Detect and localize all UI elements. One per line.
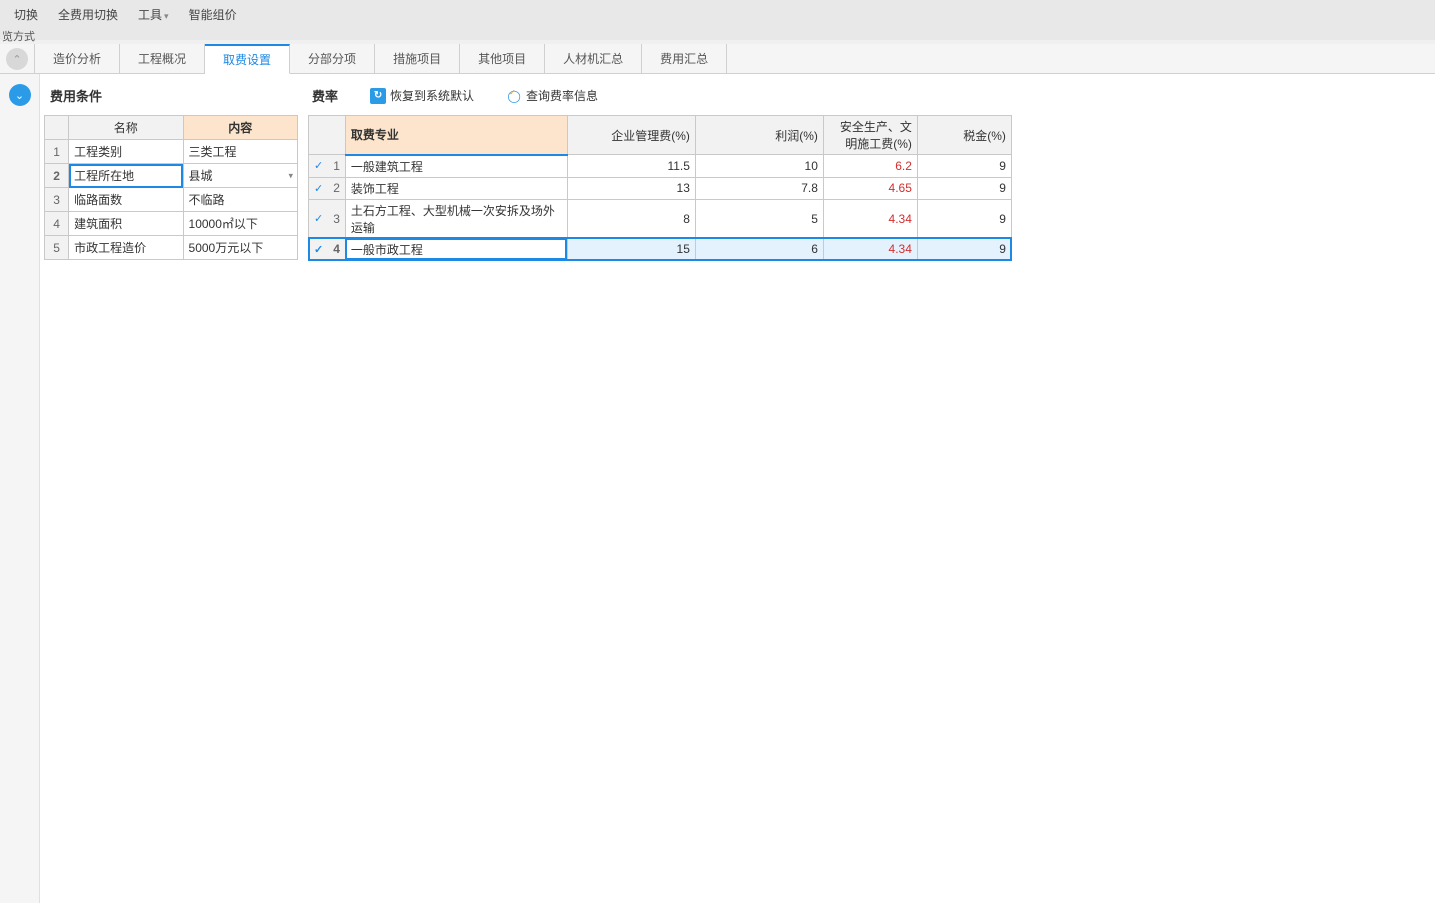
cost-conditions-title: 费用条件 — [50, 86, 292, 105]
table-row[interactable]: ✓ 1 一般建筑工程 11.5 10 6.2 9 — [309, 155, 1012, 178]
search-icon — [506, 88, 522, 104]
row-name: 工程所在地 — [69, 164, 183, 188]
tax-cell[interactable]: 9 — [917, 155, 1011, 178]
collapse-up-button[interactable]: ⌃ — [6, 48, 28, 70]
col-mgmt[interactable]: 企业管理费(%) — [567, 116, 695, 155]
safety-cell[interactable]: 4.34 — [823, 238, 917, 260]
table-row[interactable]: ✓ 3 土石方工程、大型机械一次安拆及场外运输 8 5 4.34 9 — [309, 199, 1012, 238]
row-num: 1 — [45, 140, 69, 164]
menu-tools-label: 工具 — [138, 8, 162, 22]
row-name: 临路面数 — [69, 188, 183, 212]
tab-cost-analysis[interactable]: 造价分析 — [35, 44, 120, 73]
menu-switch[interactable]: 切换 — [4, 4, 48, 25]
check-icon[interactable]: ✓ — [309, 155, 329, 178]
cost-conditions-table: 名称 内容 1 工程类别 三类工程 2 工程所在地 县城 ▾ 3 临路面数 — [44, 115, 298, 260]
check-icon[interactable]: ✓ — [309, 199, 329, 238]
row-name: 建筑面积 — [69, 212, 183, 236]
tabs: 造价分析 工程概况 取费设置 分部分项 措施项目 其他项目 人材机汇总 费用汇总 — [34, 44, 727, 73]
tax-cell[interactable]: 9 — [917, 238, 1011, 260]
row-num: 4 — [45, 212, 69, 236]
table-row[interactable]: ✓ 4 一般市政工程 15 6 4.34 9 — [309, 238, 1012, 260]
col-num — [328, 116, 345, 155]
tab-sub-items[interactable]: 分部分项 — [290, 44, 375, 73]
row-num: 2 — [328, 177, 345, 199]
profit-cell[interactable]: 7.8 — [695, 177, 823, 199]
row-num: 1 — [328, 155, 345, 178]
row-value-dropdown[interactable]: 县城 ▾ — [183, 164, 297, 188]
col-specialty[interactable]: 取费专业 — [345, 116, 567, 155]
menu-bar: 切换 全费用切换 工具▾ 智能组价 — [0, 0, 1435, 28]
table-row[interactable]: 5 市政工程造价 5000万元以下 — [45, 236, 298, 260]
col-content[interactable]: 内容 — [183, 116, 297, 140]
right-panel: 费率 ↻ 恢复到系统默认 查询费率信息 取费专业 企业管理费(%) 利润(%) … — [302, 74, 1435, 903]
mgmt-cell[interactable]: 13 — [567, 177, 695, 199]
tab-measure-items[interactable]: 措施项目 — [375, 44, 460, 73]
rate-table: 取费专业 企业管理费(%) 利润(%) 安全生产、文明施工费(%) 税金(%) … — [308, 115, 1012, 261]
row-num: 3 — [328, 199, 345, 238]
tax-cell[interactable]: 9 — [917, 177, 1011, 199]
expand-down-button[interactable]: ⌄ — [9, 84, 31, 106]
row-name: 市政工程造价 — [69, 236, 183, 260]
right-header: 费率 ↻ 恢复到系统默认 查询费率信息 — [312, 86, 1425, 105]
restore-defaults-button[interactable]: ↻ 恢复到系统默认 — [370, 87, 474, 104]
calc-method-label: 览方式 — [0, 28, 1435, 40]
tab-other-items[interactable]: 其他项目 — [460, 44, 545, 73]
col-check — [309, 116, 329, 155]
row-name: 工程类别 — [69, 140, 183, 164]
mgmt-cell[interactable]: 15 — [567, 238, 695, 260]
col-name[interactable]: 名称 — [69, 116, 183, 140]
row-value[interactable]: 三类工程 — [183, 140, 297, 164]
tax-cell[interactable]: 9 — [917, 199, 1011, 238]
row-value-text: 县城 — [189, 169, 213, 183]
col-safety[interactable]: 安全生产、文明施工费(%) — [823, 116, 917, 155]
menu-tools[interactable]: 工具▾ — [128, 4, 179, 25]
tab-fee-settings[interactable]: 取费设置 — [205, 44, 290, 74]
table-row[interactable]: 4 建筑面积 10000㎡以下 — [45, 212, 298, 236]
row-value[interactable]: 10000㎡以下 — [183, 212, 297, 236]
left-panel: 费用条件 名称 内容 1 工程类别 三类工程 2 工程所在地 县城 ▾ — [40, 74, 302, 903]
profit-cell[interactable]: 10 — [695, 155, 823, 178]
table-row[interactable]: 1 工程类别 三类工程 — [45, 140, 298, 164]
table-row[interactable]: 2 工程所在地 县城 ▾ — [45, 164, 298, 188]
dropdown-icon[interactable]: ▾ — [288, 170, 293, 181]
mgmt-cell[interactable]: 11.5 — [567, 155, 695, 178]
safety-cell[interactable]: 6.2 — [823, 155, 917, 178]
row-num: 2 — [45, 164, 69, 188]
tab-labor-summary[interactable]: 人材机汇总 — [545, 44, 642, 73]
specialty-cell[interactable]: 土石方工程、大型机械一次安拆及场外运输 — [345, 199, 567, 238]
check-icon[interactable]: ✓ — [309, 238, 329, 260]
profit-cell[interactable]: 6 — [695, 238, 823, 260]
row-value[interactable]: 不临路 — [183, 188, 297, 212]
safety-cell[interactable]: 4.65 — [823, 177, 917, 199]
profit-cell[interactable]: 5 — [695, 199, 823, 238]
menu-smart-group[interactable]: 智能组价 — [179, 4, 247, 25]
row-num: 5 — [45, 236, 69, 260]
tab-cost-summary[interactable]: 费用汇总 — [642, 44, 727, 73]
tab-project-overview[interactable]: 工程概况 — [120, 44, 205, 73]
col-rownum — [45, 116, 69, 140]
mgmt-cell[interactable]: 8 — [567, 199, 695, 238]
side-column: ⌄ — [0, 74, 40, 903]
check-icon[interactable]: ✓ — [309, 177, 329, 199]
tab-row: ⌃ 造价分析 工程概况 取费设置 分部分项 措施项目 其他项目 人材机汇总 费用… — [0, 44, 1435, 74]
table-row[interactable]: 3 临路面数 不临路 — [45, 188, 298, 212]
query-rate-button[interactable]: 查询费率信息 — [506, 87, 598, 104]
query-label: 查询费率信息 — [526, 87, 598, 104]
chevron-down-icon: ▾ — [164, 11, 169, 21]
specialty-cell[interactable]: 装饰工程 — [345, 177, 567, 199]
col-tax[interactable]: 税金(%) — [917, 116, 1011, 155]
menu-full-cost-switch[interactable]: 全费用切换 — [48, 4, 128, 25]
specialty-cell[interactable]: 一般市政工程 — [345, 238, 567, 260]
safety-cell[interactable]: 4.34 — [823, 199, 917, 238]
col-profit[interactable]: 利润(%) — [695, 116, 823, 155]
restore-label: 恢复到系统默认 — [390, 87, 474, 104]
rate-title: 费率 — [312, 86, 338, 105]
specialty-cell[interactable]: 一般建筑工程 — [345, 155, 567, 178]
row-num: 3 — [45, 188, 69, 212]
table-row[interactable]: ✓ 2 装饰工程 13 7.8 4.65 9 — [309, 177, 1012, 199]
row-value[interactable]: 5000万元以下 — [183, 236, 297, 260]
content: ⌄ 费用条件 名称 内容 1 工程类别 三类工程 2 工程所在地 — [0, 74, 1435, 903]
row-num: 4 — [328, 238, 345, 260]
refresh-icon: ↻ — [370, 88, 386, 104]
